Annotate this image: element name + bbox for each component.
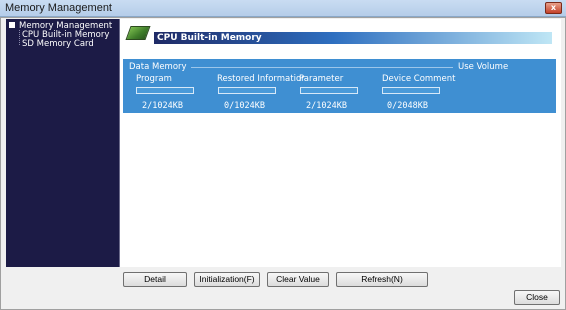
window-close-button[interactable]: x xyxy=(545,2,562,14)
column-label-parameter: Parameter xyxy=(299,74,344,84)
data-memory-title: Data Memory xyxy=(129,62,187,72)
usage-bar-device-comment xyxy=(382,87,440,94)
detail-button[interactable]: Detail xyxy=(123,272,187,287)
close-button[interactable]: Close xyxy=(514,290,560,305)
data-memory-section: Data Memory Use Volume Program Restored … xyxy=(123,59,556,113)
clear-value-button[interactable]: Clear Value xyxy=(267,272,329,287)
tree-connector xyxy=(19,30,20,45)
initialization-button[interactable]: Initialization(F) xyxy=(194,272,260,287)
usage-value-program: 2/1024KB xyxy=(142,101,183,111)
usage-bar-program xyxy=(136,87,194,94)
usage-bar-restored-information xyxy=(218,87,276,94)
memory-chip-icon xyxy=(125,26,151,40)
column-label-program: Program xyxy=(136,74,172,84)
panel-header: CPU Built-in Memory xyxy=(154,32,552,44)
refresh-button[interactable]: Refresh(N) xyxy=(336,272,428,287)
section-divider xyxy=(191,67,453,68)
close-icon: x xyxy=(550,3,557,12)
column-label-restored-information: Restored Informatior xyxy=(217,74,305,84)
window-title: Memory Management xyxy=(5,2,112,14)
usage-value-device-comment: 0/2048KB xyxy=(387,101,428,111)
tree-item-sd-memory-card[interactable]: SD Memory Card xyxy=(22,40,94,49)
title-bar: Memory Management x xyxy=(0,0,566,17)
column-label-device-comment: Device Comment xyxy=(382,74,456,84)
memory-detail-panel: CPU Built-in Memory Data Memory Use Volu… xyxy=(119,19,561,267)
usage-value-restored-information: 0/1024KB xyxy=(224,101,265,111)
usage-bar-parameter xyxy=(300,87,358,94)
collapse-icon[interactable] xyxy=(9,22,15,28)
usage-value-parameter: 2/1024KB xyxy=(306,101,347,111)
memory-tree: Memory Management CPU Built-in Memory SD… xyxy=(6,19,119,267)
use-volume-label: Use Volume xyxy=(458,62,509,72)
